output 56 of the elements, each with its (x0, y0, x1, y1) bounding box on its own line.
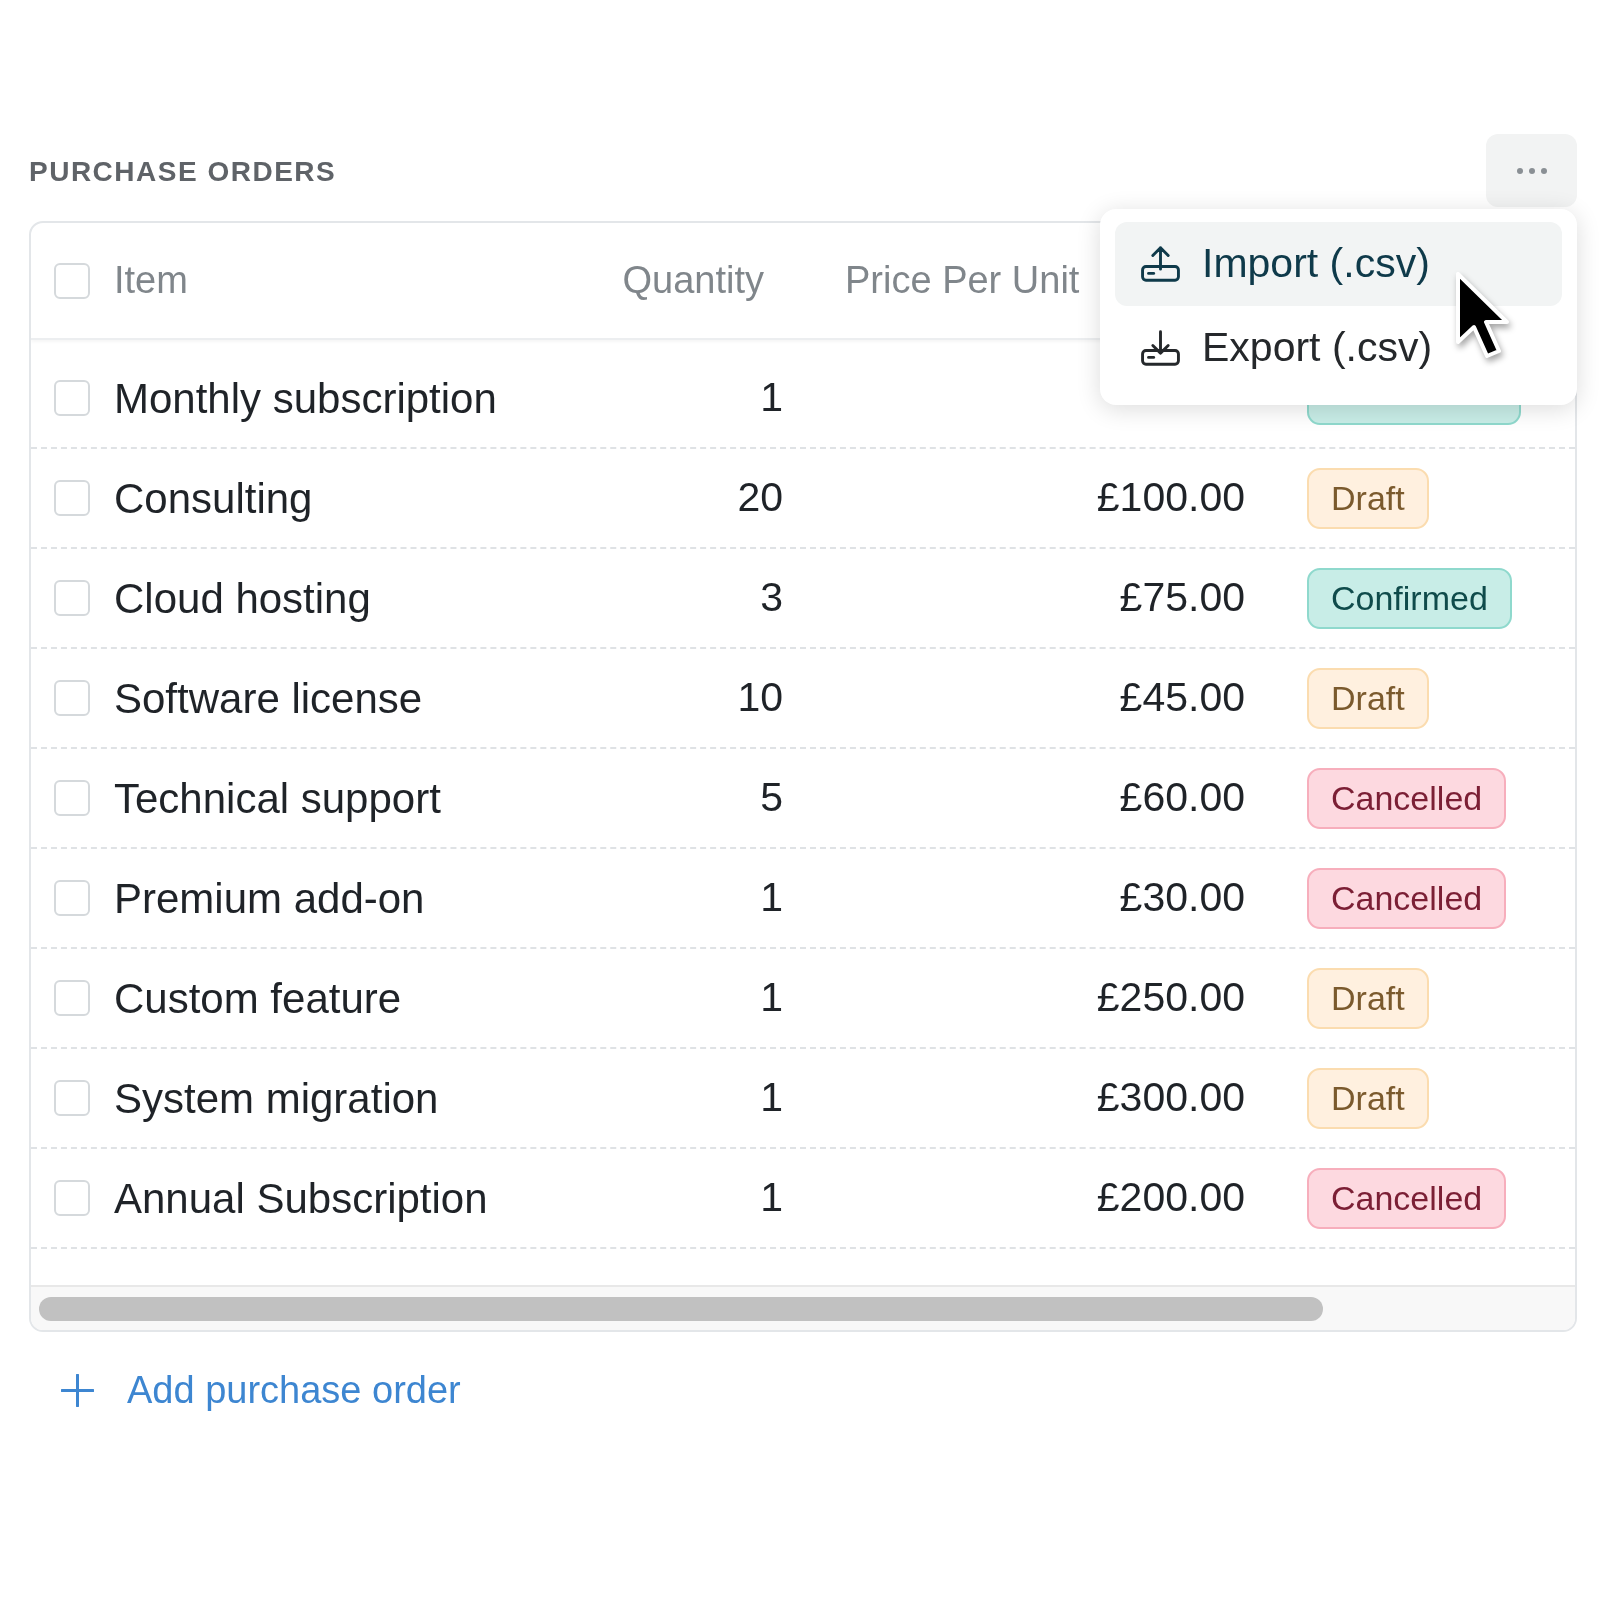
quantity-value: 10 (737, 674, 783, 721)
item-name: Annual Subscription (114, 1174, 488, 1222)
menu-item[interactable]: Import (.csv) (1115, 222, 1562, 306)
quantity-value: 20 (737, 474, 783, 521)
checkbox[interactable] (54, 880, 90, 916)
plus-icon (61, 1374, 94, 1407)
download-tray-icon (1140, 329, 1181, 367)
checkbox[interactable] (54, 480, 90, 516)
quantity-value: 1 (760, 874, 783, 921)
quantity-value: 3 (760, 574, 783, 621)
status-badge: Cancelled (1307, 867, 1507, 929)
checkbox[interactable] (54, 1180, 90, 1216)
price-value: £75.00 (1119, 574, 1245, 621)
price-value: £45.00 (1119, 674, 1245, 721)
more-options-button[interactable] (1486, 134, 1577, 207)
add-purchase-order-button[interactable]: Add purchase order (61, 1362, 461, 1419)
price-value: £250.00 (1096, 974, 1245, 1021)
status-badge: Cancelled (1307, 767, 1507, 829)
ellipsis-icon (1516, 167, 1547, 174)
checkbox[interactable] (54, 780, 90, 816)
price-value: £60.00 (1119, 774, 1245, 821)
status-badge: Draft (1307, 467, 1429, 529)
price-value: £300.00 (1096, 1074, 1245, 1121)
quantity-value: 1 (760, 974, 783, 1021)
checkbox[interactable] (54, 680, 90, 716)
status-badge: Draft (1307, 1067, 1429, 1129)
item-name: Custom feature (114, 974, 402, 1022)
checkbox[interactable] (54, 980, 90, 1016)
checkbox[interactable] (54, 262, 90, 299)
section-title: PURCHASE ORDERS (29, 155, 337, 189)
quantity-value: 1 (760, 374, 783, 421)
item-name: Technical support (114, 774, 441, 822)
column-header: Item (114, 259, 188, 301)
upload-tray-icon (1140, 245, 1181, 283)
quantity-value: 5 (760, 774, 783, 821)
item-name: Premium add-on (114, 874, 425, 922)
item-name: System migration (114, 1074, 439, 1122)
status-badge: Cancelled (1307, 1167, 1507, 1229)
status-badge: Draft (1307, 667, 1429, 729)
quantity-value: 1 (760, 1074, 783, 1121)
column-header: Quantity (622, 259, 764, 301)
price-value: £30.00 (1119, 874, 1245, 921)
column-header: Price Per Unit (845, 259, 1080, 301)
item-name: Cloud hosting (114, 574, 371, 622)
scrollbar-thumb[interactable] (39, 1296, 1323, 1321)
checkbox[interactable] (54, 580, 90, 616)
price-value: £200.00 (1096, 1174, 1245, 1221)
quantity-value: 1 (760, 1174, 783, 1221)
item-name: Monthly subscription (114, 374, 497, 422)
status-badge: Draft (1307, 967, 1429, 1029)
item-name: Consulting (114, 474, 313, 522)
item-name: Software license (114, 674, 423, 722)
price-value: £100.00 (1096, 474, 1245, 521)
status-badge: Confirmed (1307, 567, 1512, 629)
checkbox[interactable] (54, 1080, 90, 1116)
checkbox[interactable] (54, 380, 90, 416)
